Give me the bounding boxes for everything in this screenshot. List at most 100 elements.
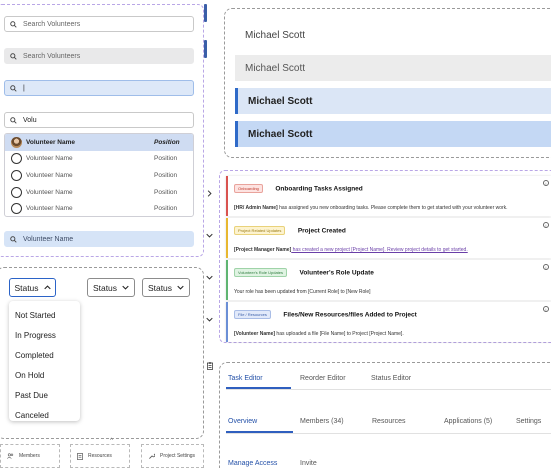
search-icon xyxy=(10,20,17,28)
status-options-menu: Not Started In Progress Completed On Hol… xyxy=(9,301,80,421)
search-placeholder: Search Volunteers xyxy=(23,52,81,60)
name-item-selected[interactable]: Michael Scott xyxy=(235,88,551,114)
nav-chevron-up-icon: ^ xyxy=(110,438,113,444)
notification-body: [HR/ Admin Name] has assigned you new on… xyxy=(234,205,551,211)
volunteer-results-table: Volunteer Name Position Volunteer Name P… xyxy=(4,133,194,217)
tab-members[interactable]: Members (34) xyxy=(300,418,344,425)
chevron-down-icon[interactable] xyxy=(206,317,213,322)
header-name: Volunteer Name xyxy=(26,138,76,146)
search-value: Volu xyxy=(23,116,37,124)
search-input-focused[interactable]: | xyxy=(4,80,194,96)
avatar-placeholder-icon xyxy=(11,169,22,181)
chevron-up-icon xyxy=(43,285,51,290)
row-position: Position xyxy=(154,205,178,213)
tab-resources[interactable]: Resources xyxy=(372,418,405,425)
search-input-selected[interactable]: Volunteer Name xyxy=(4,231,194,247)
tab-reorder-editor[interactable]: Reorder Editor xyxy=(300,375,346,382)
notification-body: Your role has been updated from [Current… xyxy=(234,289,371,295)
document-icon xyxy=(77,452,83,460)
status-dropdown-open[interactable]: Status xyxy=(9,278,56,297)
notification-card[interactable]: Project Related Updates Project Created … xyxy=(226,218,551,258)
row-position: Position xyxy=(154,171,178,179)
body-text: has uploaded a file [File Name] to Proje… xyxy=(275,331,404,337)
status-label: Status xyxy=(92,282,118,293)
name-label: Michael Scott xyxy=(248,128,313,140)
tab-settings[interactable]: Settings xyxy=(516,418,541,425)
nav-item-project-settings[interactable]: Project Settings xyxy=(141,444,204,468)
name-item-pressed[interactable]: Michael Scott xyxy=(235,121,551,147)
category-tag: Volunteer's Role Updates xyxy=(234,268,288,278)
category-tag: Project Related Updates xyxy=(234,226,286,236)
nav-item-members[interactable]: Members xyxy=(0,444,60,468)
chevron-down-icon[interactable] xyxy=(206,233,213,238)
search-input-hover[interactable]: Search Volunteers xyxy=(4,48,194,64)
avatar-placeholder-icon xyxy=(11,186,22,198)
status-option[interactable]: Completed xyxy=(9,345,80,365)
chevron-down-icon xyxy=(122,285,129,290)
nav-label: Resources xyxy=(88,453,112,459)
search-icon xyxy=(10,52,17,60)
row-name: Volunteer Name xyxy=(26,171,73,179)
actor-name: [Project Manager Name] xyxy=(234,247,292,253)
card-accent xyxy=(226,260,228,300)
table-row[interactable]: Volunteer Name Position xyxy=(5,151,193,168)
search-icon xyxy=(10,116,17,124)
nav-label: Members xyxy=(19,453,40,459)
status-option[interactable]: In Progress xyxy=(9,325,80,345)
table-row[interactable]: Volunteer Name Position xyxy=(5,167,193,184)
table-row[interactable]: Volunteer Name Position xyxy=(5,184,193,201)
row-name: Volunteer Name xyxy=(26,155,73,163)
chevron-down-icon xyxy=(177,285,184,290)
actor-name: [HR/ Admin Name] xyxy=(234,205,278,211)
notification-body: [Volunteer Name] has uploaded a file [Fi… xyxy=(234,331,551,337)
frame-edge-bar xyxy=(204,40,207,58)
table-row[interactable]: Volunteer Name Position xyxy=(5,200,193,216)
status-option[interactable]: On Hold xyxy=(9,365,80,385)
chevron-right-icon[interactable] xyxy=(207,190,212,197)
row-name: Volunteer Name xyxy=(26,188,73,196)
search-icon xyxy=(10,235,17,243)
tab-task-editor[interactable]: Task Editor xyxy=(228,375,263,382)
search-value: Volunteer Name xyxy=(23,235,74,243)
avatar xyxy=(11,136,22,148)
avatar-placeholder-icon xyxy=(11,203,22,215)
name-item-hover[interactable]: Michael Scott xyxy=(235,55,551,81)
status-option[interactable]: Past Due xyxy=(9,385,80,405)
tab-status-editor[interactable]: Status Editor xyxy=(371,375,411,382)
notification-card[interactable]: File / Resources Files/New Resources/fil… xyxy=(226,302,551,342)
body-text: has assigned you new onboarding tasks. P… xyxy=(277,205,508,211)
name-label: Michael Scott xyxy=(245,29,306,41)
nav-item-resources[interactable]: Resources xyxy=(70,444,130,468)
row-name: Volunteer Name xyxy=(26,205,73,213)
info-icon[interactable]: i xyxy=(543,306,549,312)
clipboard-icon xyxy=(207,362,213,370)
info-icon[interactable]: i xyxy=(543,222,549,228)
notification-title: Volunteer's Role Update xyxy=(299,269,374,277)
chevron-down-icon[interactable] xyxy=(206,275,213,280)
frame-edge-bar xyxy=(204,4,207,22)
search-placeholder: Search Volunteers xyxy=(23,20,81,28)
search-input-typed[interactable]: Volu xyxy=(4,112,194,128)
search-input[interactable]: Search Volunteers xyxy=(4,16,194,32)
notification-title: Files/New Resources/files Added to Proje… xyxy=(283,311,417,319)
notification-title: Onboarding Tasks Assigned xyxy=(275,185,363,193)
tab-manage-access[interactable]: Manage Access xyxy=(228,460,277,467)
notification-card[interactable]: Onboarding Onboarding Tasks Assigned [HR… xyxy=(226,176,551,216)
row-position: Position xyxy=(154,188,178,196)
category-tag: Onboarding xyxy=(234,184,263,194)
notification-card[interactable]: Volunteer's Role Updates Volunteer's Rol… xyxy=(226,260,551,300)
status-dropdown-hover[interactable]: Status xyxy=(142,278,190,297)
info-icon[interactable]: i xyxy=(543,264,549,270)
status-option[interactable]: Canceled xyxy=(9,405,80,425)
body-link[interactable]: has created a new project [Project Name]… xyxy=(291,247,468,253)
info-icon[interactable]: i xyxy=(543,180,549,186)
status-label: Status xyxy=(147,282,173,293)
search-variants-frame xyxy=(0,4,204,257)
status-dropdown[interactable]: Status xyxy=(87,278,135,297)
tab-applications[interactable]: Applications (5) xyxy=(444,418,492,425)
tab-invite[interactable]: Invite xyxy=(300,460,317,467)
tab-overview[interactable]: Overview xyxy=(228,418,257,425)
table-header: Volunteer Name Position xyxy=(5,134,193,151)
name-item-default[interactable]: Michael Scott xyxy=(235,22,551,48)
status-option[interactable]: Not Started xyxy=(9,305,80,325)
